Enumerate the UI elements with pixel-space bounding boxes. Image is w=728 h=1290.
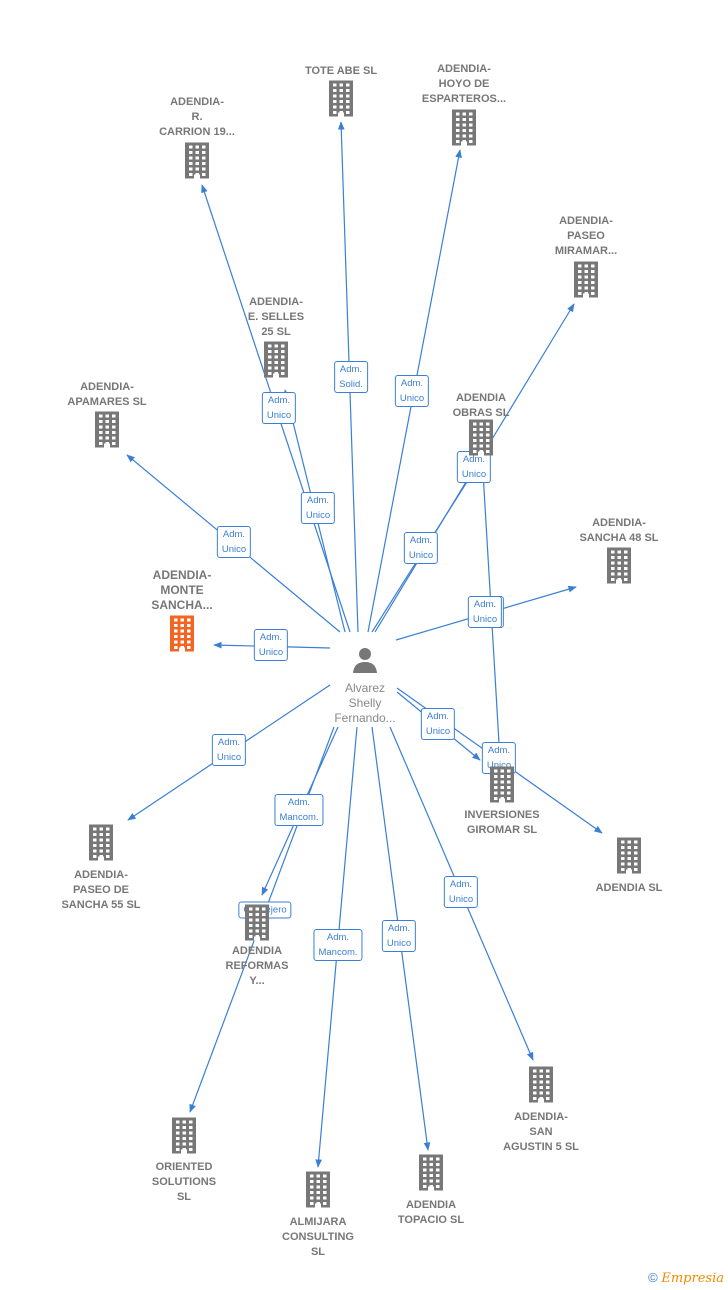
center-person-name: Alvarez Shelly Fernando... <box>334 681 396 725</box>
company-label[interactable]: ADENDIA SL <box>569 881 689 896</box>
building-icon[interactable] <box>85 824 117 867</box>
company-label[interactable]: ADENDIA- MONTE SANCHA... <box>122 568 242 613</box>
company-label[interactable]: INVERSIONES GIROMAR SL <box>442 808 562 838</box>
building-icon[interactable] <box>181 142 213 185</box>
company-label[interactable]: ADENDIA- R. CARRION 19... <box>137 95 257 140</box>
empresia-logo: © Empresia <box>648 1270 724 1286</box>
building-icon[interactable] <box>91 411 123 454</box>
edge-label[interactable]: Adm. Unico <box>403 532 439 564</box>
edge-label[interactable]: Adm. Unico <box>420 708 456 740</box>
company-label[interactable]: ADENDIA- APAMARES SL <box>47 380 167 410</box>
company-label[interactable]: ORIENTED SOLUTIONS SL <box>124 1160 244 1205</box>
person-icon <box>353 648 377 673</box>
edge-label[interactable]: Adm. Unico <box>216 526 252 558</box>
building-icon[interactable] <box>603 547 635 590</box>
edge-label[interactable]: Adm. Unico <box>467 596 503 628</box>
building-icon[interactable] <box>241 904 273 947</box>
building-icon[interactable] <box>525 1066 557 1109</box>
company-label[interactable]: ADENDIA- SAN AGUSTIN 5 SL <box>481 1110 601 1155</box>
edge-label[interactable]: Adm. Mancom. <box>274 794 324 826</box>
edge-label[interactable]: Adm. Unico <box>381 920 417 952</box>
company-label[interactable]: ADENDIA TOPACIO SL <box>371 1198 491 1228</box>
building-icon[interactable] <box>570 261 602 304</box>
company-label[interactable]: TOTE ABE SL <box>281 64 401 79</box>
building-icon[interactable] <box>486 766 518 809</box>
edge-label[interactable]: Adm. Unico <box>300 492 336 524</box>
company-label[interactable]: ADENDIA REFORMAS Y... <box>197 944 317 989</box>
building-icon[interactable] <box>260 341 292 384</box>
network-diagram: Alvarez Shelly Fernando... © Empresia Ad… <box>0 0 728 1290</box>
edge-label[interactable]: Adm. Unico <box>443 876 479 908</box>
edge-label[interactable]: Adm. Unico <box>211 734 247 766</box>
edge-label[interactable]: Adm. Solid. <box>334 361 368 393</box>
building-icon[interactable] <box>415 1154 447 1197</box>
building-icon[interactable] <box>613 837 645 880</box>
edge-label[interactable]: Adm. Unico <box>261 392 297 424</box>
company-label[interactable]: ALMIJARA CONSULTING SL <box>258 1215 378 1260</box>
company-label[interactable]: ADENDIA- HOYO DE ESPARTEROS... <box>404 62 524 107</box>
building-icon[interactable] <box>168 1117 200 1160</box>
building-icon[interactable] <box>302 1171 334 1214</box>
company-label[interactable]: ADENDIA- PASEO DE SANCHA 55 SL <box>41 868 161 913</box>
company-label[interactable]: ADENDIA OBRAS SL <box>421 391 541 421</box>
building-icon[interactable] <box>465 419 497 462</box>
company-label[interactable]: ADENDIA- SANCHA 48 SL <box>559 516 679 546</box>
edge-label[interactable]: Adm. Mancom. <box>313 929 363 961</box>
company-label[interactable]: ADENDIA- PASEO MIRAMAR... <box>526 214 646 259</box>
edge-label[interactable]: Adm. Unico <box>253 629 289 661</box>
company-label[interactable]: ADENDIA- E. SELLES 25 SL <box>216 295 336 340</box>
building-icon[interactable] <box>325 80 357 123</box>
building-icon[interactable] <box>448 109 480 152</box>
building-icon[interactable] <box>166 615 198 658</box>
